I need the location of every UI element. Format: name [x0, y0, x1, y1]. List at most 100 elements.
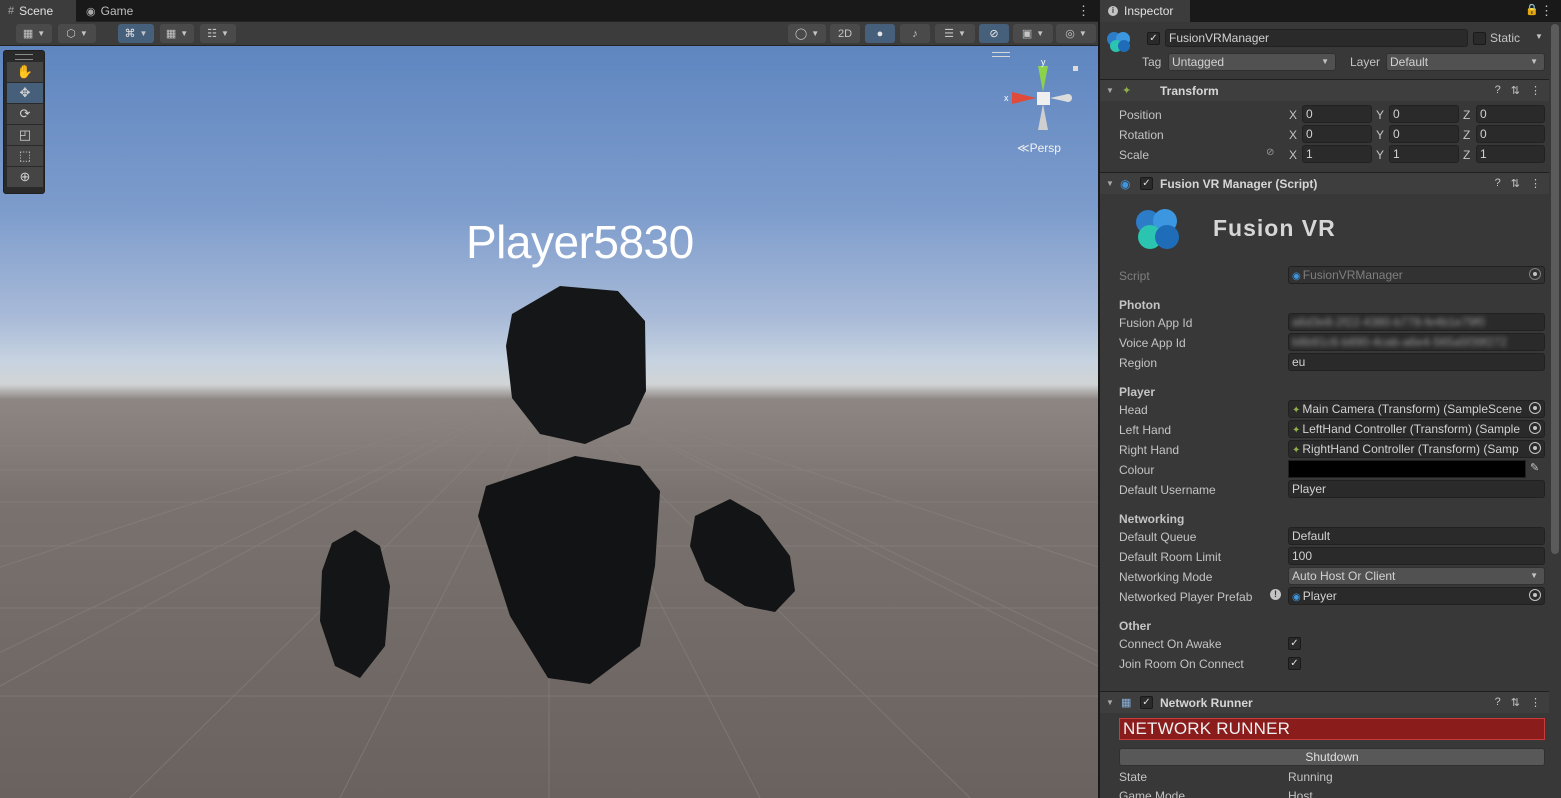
audio-toggle-button[interactable]: ♪: [900, 24, 930, 43]
rotation-y-field[interactable]: 0: [1389, 125, 1459, 143]
draw-mode-button[interactable]: ▦ ▼: [16, 24, 52, 43]
static-checkbox[interactable]: ✓: [1473, 32, 1486, 45]
warning-info-icon[interactable]: !: [1270, 589, 1281, 600]
effects-toggle-button[interactable]: ☰ ▼: [935, 24, 975, 43]
connect-on-awake-checkbox[interactable]: ✓: [1288, 637, 1301, 650]
region-field[interactable]: eu: [1288, 353, 1545, 371]
tab-game[interactable]: ◉ Game: [78, 0, 148, 22]
left-hand-field[interactable]: ✦ LeftHand Controller (Transform) (Sample: [1288, 420, 1545, 438]
orientation-gizmo[interactable]: y x: [1000, 52, 1090, 152]
rotation-z-field[interactable]: 0: [1476, 125, 1545, 143]
globe-icon: ◎: [1065, 28, 1075, 40]
grid-toggle-button[interactable]: ⌘ ▼: [118, 24, 154, 43]
fold-arrow-icon[interactable]: ▼: [1106, 86, 1114, 95]
scale-tool[interactable]: ◰: [7, 125, 43, 145]
voice-app-id-field[interactable]: b8b91c6-b890-4cab-a6e4-565a5f39f272: [1288, 333, 1545, 351]
eye-hidden-icon: ⊘: [989, 28, 999, 40]
colour-swatch[interactable]: [1288, 460, 1526, 478]
transform-title: Transform: [1160, 83, 1219, 98]
fold-arrow-icon[interactable]: ▼: [1106, 698, 1114, 707]
network-runner-header[interactable]: ▼ ▦ ✓ Network Runner ? ⇅ ⋮: [1100, 691, 1549, 713]
component-menu-icon[interactable]: ⋮: [1530, 84, 1541, 97]
scale-icon: ◰: [18, 127, 32, 142]
rotation-y-label: Y: [1376, 128, 1385, 142]
right-hand-value: RightHand Controller (Transform) (Samp: [1302, 442, 1519, 456]
help-icon[interactable]: ?: [1495, 696, 1501, 709]
fusion-vr-manager-header[interactable]: ▼ ◉ ✓ Fusion VR Manager (Script) ? ⇅ ⋮: [1100, 172, 1549, 194]
tab-scene[interactable]: # Scene: [0, 0, 76, 22]
hand-tool[interactable]: ✋: [7, 62, 43, 82]
component-menu-icon[interactable]: ⋮: [1530, 177, 1541, 190]
networked-player-prefab-field[interactable]: ◉ Player: [1288, 587, 1545, 605]
script-icon: ◉: [1120, 176, 1131, 191]
object-picker-icon[interactable]: [1529, 402, 1541, 414]
presets-icon[interactable]: ⇅: [1511, 696, 1520, 709]
constrain-proportions-icon[interactable]: ⊘: [1266, 147, 1274, 158]
static-dropdown-icon[interactable]: ▼: [1535, 32, 1543, 41]
shading-mode-button[interactable]: ◯ ▼: [788, 24, 826, 43]
snap-increment-button[interactable]: ▦ ▼: [160, 24, 194, 43]
scale-x-field[interactable]: 1: [1302, 145, 1372, 163]
object-active-checkbox[interactable]: ✓: [1147, 32, 1160, 45]
help-icon[interactable]: ?: [1495, 177, 1501, 190]
fusion-app-id-value: a6d3e8-2f22-4380-b778-fe4b1e79f0: [1292, 315, 1485, 329]
inspector-scrollbar[interactable]: [1551, 24, 1559, 554]
scene-viewport[interactable]: Player5830 y x ≪Persp: [0, 46, 1098, 798]
scene-visibility-button[interactable]: ⊘: [979, 24, 1009, 43]
networking-mode-dropdown[interactable]: Auto Host Or Client ▼: [1288, 567, 1545, 585]
scene-view-options-button[interactable]: ⬡ ▼: [58, 24, 96, 43]
networked-player-prefab-label: Networked Player Prefab: [1119, 590, 1253, 604]
default-username-field[interactable]: Player: [1288, 480, 1545, 498]
object-picker-icon[interactable]: [1529, 422, 1541, 434]
position-z-field[interactable]: 0: [1476, 105, 1545, 123]
tag-dropdown[interactable]: Untagged ▼: [1168, 53, 1336, 71]
player-name-label: Player5830: [466, 216, 694, 268]
presets-icon[interactable]: ⇅: [1511, 84, 1520, 97]
tools-drag-handle[interactable]: [15, 54, 33, 60]
position-x-field[interactable]: 0: [1302, 105, 1372, 123]
default-room-limit-field[interactable]: 100: [1288, 547, 1545, 565]
shutdown-button[interactable]: Shutdown: [1119, 748, 1545, 766]
2d-toggle-button[interactable]: 2D: [830, 24, 860, 43]
scene-tabbar: # Scene ◉ Game ⋮: [0, 0, 1098, 22]
join-room-on-connect-checkbox[interactable]: ✓: [1288, 657, 1301, 670]
transform-tool[interactable]: ⊕: [7, 167, 43, 187]
component-menu-icon[interactable]: ⋮: [1530, 696, 1541, 709]
head-field[interactable]: ✦ Main Camera (Transform) (SampleScene: [1288, 400, 1545, 418]
scale-z-field[interactable]: 1: [1476, 145, 1545, 163]
script-value: FusionVRManager: [1302, 268, 1403, 282]
help-icon[interactable]: ?: [1495, 84, 1501, 97]
right-hand-field[interactable]: ✦ RightHand Controller (Transform) (Samp: [1288, 440, 1545, 458]
object-picker-icon[interactable]: [1529, 589, 1541, 601]
transform-header[interactable]: ▼ ✦ Transform ? ⇅ ⋮: [1100, 79, 1549, 101]
object-name-field[interactable]: FusionVRManager: [1165, 29, 1468, 47]
default-queue-field[interactable]: Default: [1288, 527, 1545, 545]
move-tool[interactable]: ✥: [7, 83, 43, 103]
lock-icon[interactable]: 🔒: [1525, 3, 1539, 16]
gizmos-button[interactable]: ◎ ▼: [1056, 24, 1096, 43]
more-options-icon[interactable]: ⋮: [1077, 3, 1090, 19]
projection-label[interactable]: ≪Persp: [1017, 141, 1061, 155]
scale-y-field[interactable]: 1: [1389, 145, 1459, 163]
script-label: Script: [1119, 269, 1150, 283]
camera-settings-button[interactable]: ▣ ▼: [1013, 24, 1053, 43]
networking-mode-value: Auto Host Or Client: [1292, 569, 1396, 583]
object-picker-icon[interactable]: [1529, 442, 1541, 454]
layer-dropdown[interactable]: Default ▼: [1386, 53, 1545, 71]
rotate-tool[interactable]: ⟳: [7, 104, 43, 124]
rotation-x-field[interactable]: 0: [1302, 125, 1372, 143]
fold-arrow-icon[interactable]: ▼: [1106, 179, 1114, 188]
incremental-snap-button[interactable]: ☷ ▼: [200, 24, 236, 43]
fusion-vr-manager-enabled-checkbox[interactable]: ✓: [1140, 177, 1153, 190]
position-y-field[interactable]: 0: [1389, 105, 1459, 123]
network-runner-enabled-checkbox[interactable]: ✓: [1140, 696, 1153, 709]
region-label: Region: [1119, 356, 1158, 370]
fusion-app-id-field[interactable]: a6d3e8-2f22-4380-b778-fe4b1e79f0: [1288, 313, 1545, 331]
rect-tool[interactable]: ⬚: [7, 146, 43, 166]
tag-label: Tag: [1142, 55, 1162, 69]
tab-inspector[interactable]: i Inspector: [1100, 0, 1190, 22]
presets-icon[interactable]: ⇅: [1511, 177, 1520, 190]
inspector-more-icon[interactable]: ⋮: [1540, 3, 1553, 19]
lighting-toggle-button[interactable]: ●: [865, 24, 895, 43]
eyedropper-icon[interactable]: ✎: [1530, 461, 1539, 474]
